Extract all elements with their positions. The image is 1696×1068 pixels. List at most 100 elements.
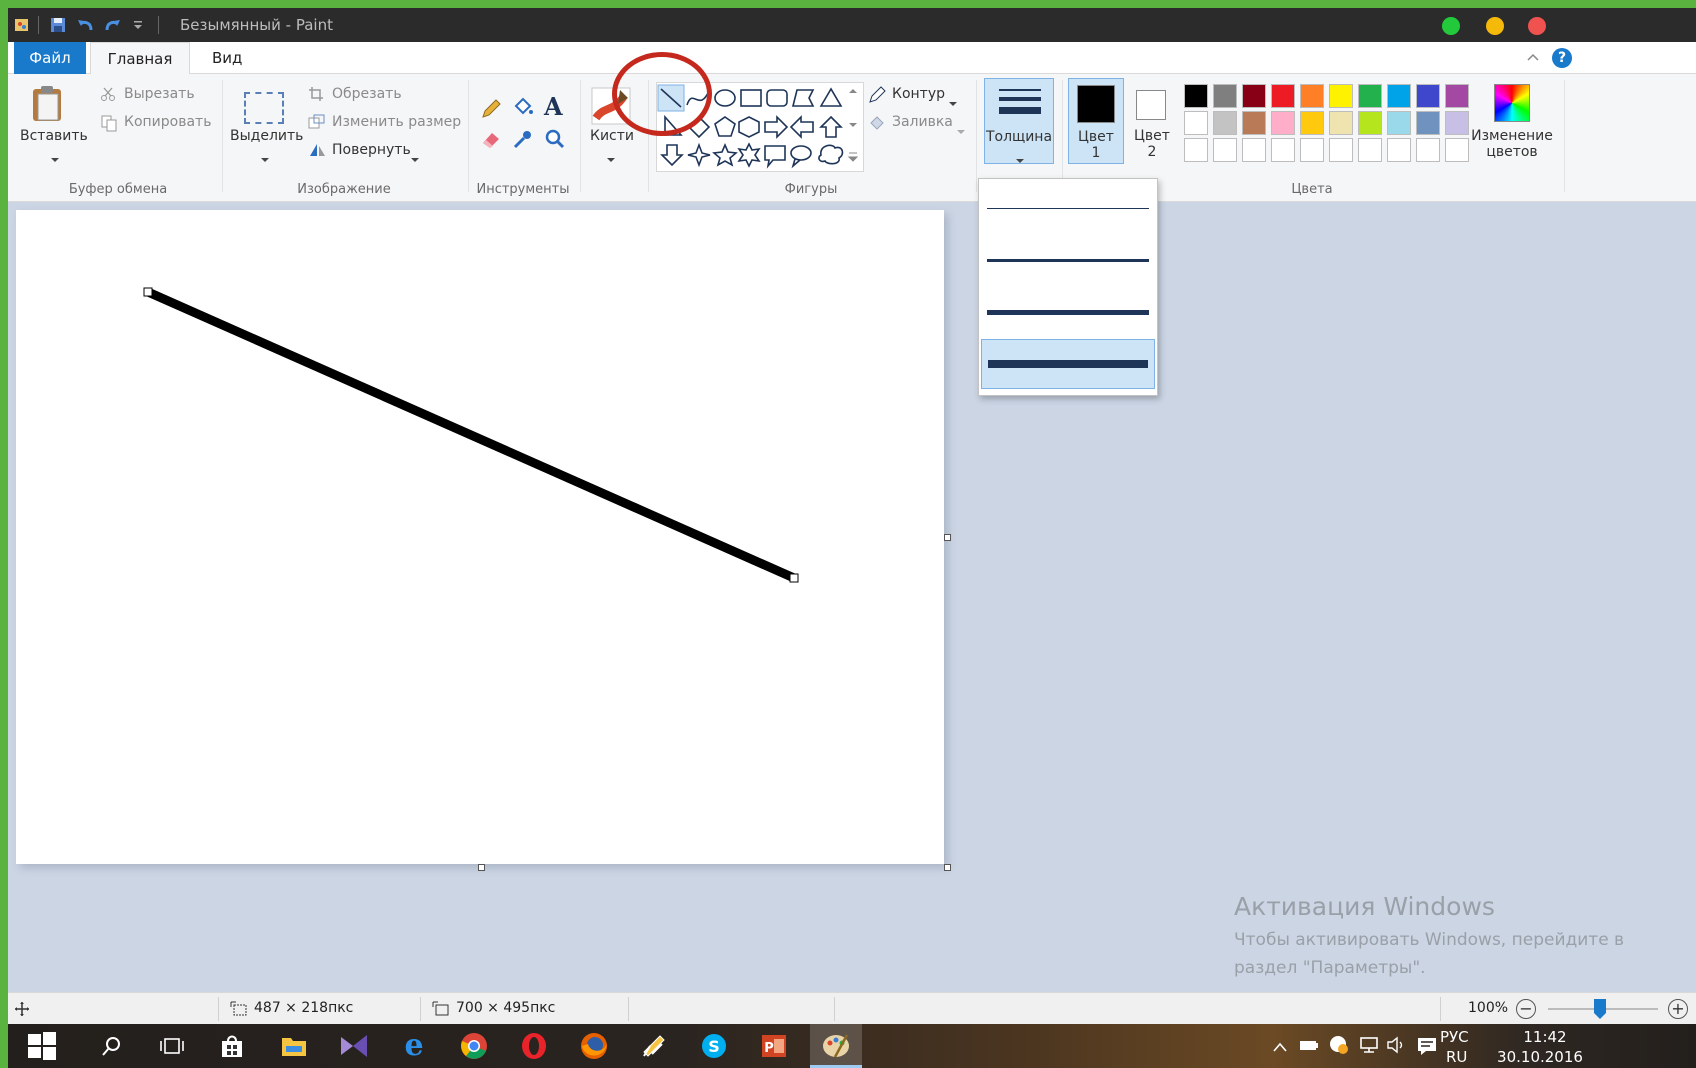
palette-swatch[interactable]: [1213, 84, 1237, 108]
rotate-dropdown-arrow-icon[interactable]: [410, 148, 420, 167]
palette-swatch[interactable]: [1416, 111, 1440, 135]
custom-color-slot[interactable]: [1416, 138, 1440, 162]
sticky-tool-icon[interactable]: [638, 1030, 670, 1062]
tab-view[interactable]: Вид: [198, 42, 256, 74]
network-icon[interactable]: [1358, 1036, 1380, 1058]
custom-color-slot[interactable]: [1358, 138, 1382, 162]
palette-swatch[interactable]: [1300, 111, 1324, 135]
drawn-line[interactable]: [146, 287, 796, 583]
color2-button[interactable]: Цвет 2: [1124, 78, 1180, 164]
palette-swatch[interactable]: [1329, 111, 1353, 135]
cut-button[interactable]: Вырезать: [124, 86, 195, 102]
palette-swatch[interactable]: [1416, 84, 1440, 108]
tab-home[interactable]: Главная: [90, 42, 190, 74]
size-option[interactable]: [981, 287, 1155, 337]
paint-app-icon[interactable]: [12, 15, 32, 35]
language-indicator[interactable]: РУС: [1440, 1028, 1469, 1046]
pencil-icon[interactable]: [480, 98, 502, 124]
eraser-icon[interactable]: [480, 128, 502, 154]
palette-swatch[interactable]: [1271, 84, 1295, 108]
custom-color-slot[interactable]: [1242, 138, 1266, 162]
canvas-resize-handle-right[interactable]: [944, 534, 951, 541]
fill-button[interactable]: Заливка: [892, 114, 953, 130]
size-button[interactable]: Толщина: [984, 78, 1054, 164]
redo-icon[interactable]: [102, 15, 122, 35]
outline-button[interactable]: Контур: [892, 86, 945, 102]
task-view-icon[interactable]: [156, 1030, 188, 1062]
palette-swatch[interactable]: [1358, 84, 1382, 108]
file-explorer-icon[interactable]: [278, 1030, 310, 1062]
custom-color-slot[interactable]: [1184, 138, 1208, 162]
size-option[interactable]: [981, 235, 1155, 285]
palette-swatch[interactable]: [1242, 84, 1266, 108]
color1-button[interactable]: Цвет 1: [1068, 78, 1124, 164]
fill-bucket-icon[interactable]: [512, 96, 534, 122]
zoom-slider-thumb[interactable]: [1594, 999, 1606, 1019]
clock-time[interactable]: 11:42: [1508, 1028, 1582, 1046]
custom-color-slot[interactable]: [1387, 138, 1411, 162]
text-tool-icon[interactable]: A: [544, 92, 563, 121]
paste-icon[interactable]: [28, 84, 68, 128]
palette-swatch[interactable]: [1387, 84, 1411, 108]
customize-quick-access-icon[interactable]: [128, 15, 148, 35]
palette-swatch[interactable]: [1184, 111, 1208, 135]
power-icon[interactable]: [1298, 1036, 1320, 1058]
palette-swatch[interactable]: [1213, 111, 1237, 135]
palette-swatch[interactable]: [1445, 111, 1469, 135]
tab-file[interactable]: Файл: [14, 42, 86, 74]
palette-swatch[interactable]: [1358, 111, 1382, 135]
canvas-resize-handle-corner[interactable]: [944, 864, 951, 871]
edit-colors-label[interactable]: Изменение: [1470, 128, 1554, 144]
select-dropdown-arrow-icon[interactable]: [260, 148, 270, 167]
show-hidden-icons-icon[interactable]: [1272, 1038, 1288, 1057]
palette-swatch[interactable]: [1329, 84, 1353, 108]
action-center-icon[interactable]: [1416, 1036, 1438, 1060]
volume-icon[interactable]: [1386, 1036, 1408, 1058]
security-center-icon[interactable]: [1328, 1034, 1350, 1060]
yellow-window-button[interactable]: [1486, 17, 1504, 35]
store-icon[interactable]: [216, 1030, 248, 1062]
drawing-canvas[interactable]: [16, 210, 944, 864]
copy-button[interactable]: Копировать: [124, 114, 211, 130]
size-option[interactable]: [981, 183, 1155, 233]
custom-color-slot[interactable]: [1300, 138, 1324, 162]
edge-icon[interactable]: e: [398, 1030, 430, 1062]
palette-swatch[interactable]: [1271, 111, 1295, 135]
outline-dropdown-arrow-icon[interactable]: [948, 92, 958, 111]
palette-swatch[interactable]: [1387, 111, 1411, 135]
edit-colors-icon[interactable]: [1494, 84, 1530, 122]
palette-swatch[interactable]: [1184, 84, 1208, 108]
opera-icon[interactable]: [518, 1030, 550, 1062]
rotate-button[interactable]: Повернуть: [332, 142, 411, 158]
custom-color-slot[interactable]: [1445, 138, 1469, 162]
custom-color-slot[interactable]: [1329, 138, 1353, 162]
palette-swatch[interactable]: [1242, 111, 1266, 135]
brushes-dropdown-arrow-icon[interactable]: [606, 148, 616, 167]
help-icon[interactable]: ?: [1552, 48, 1572, 68]
brushes-button[interactable]: Кисти: [590, 128, 634, 144]
palette-swatch[interactable]: [1300, 84, 1324, 108]
green-window-button[interactable]: [1442, 17, 1460, 35]
skype-icon[interactable]: S: [698, 1030, 730, 1062]
size-option[interactable]: [981, 339, 1155, 389]
select-button[interactable]: Выделить: [230, 128, 303, 144]
canvas-resize-handle-bottom[interactable]: [478, 864, 485, 871]
zoom-in-button[interactable]: +: [1668, 999, 1688, 1019]
fill-dropdown-arrow-icon[interactable]: [956, 120, 966, 139]
line-end-handle[interactable]: [789, 573, 799, 583]
zoom-out-button[interactable]: −: [1516, 999, 1536, 1019]
windows-start-icon[interactable]: [22, 1030, 62, 1062]
firefox-icon[interactable]: [578, 1030, 610, 1062]
paste-button[interactable]: Вставить: [20, 128, 88, 144]
edit-colors-label-line2[interactable]: цветов: [1470, 144, 1554, 160]
custom-color-slot[interactable]: [1271, 138, 1295, 162]
magnifier-icon[interactable]: [544, 128, 566, 154]
crop-button[interactable]: Обрезать: [332, 86, 402, 102]
red-window-button[interactable]: [1528, 17, 1546, 35]
keyboard-layout-indicator[interactable]: RU: [1446, 1048, 1467, 1066]
line-start-handle[interactable]: [143, 287, 153, 297]
clock-date[interactable]: 30.10.2016: [1490, 1048, 1590, 1066]
paint-taskbar-icon[interactable]: [810, 1024, 862, 1068]
chrome-icon[interactable]: [458, 1030, 490, 1062]
custom-color-slot[interactable]: [1213, 138, 1237, 162]
